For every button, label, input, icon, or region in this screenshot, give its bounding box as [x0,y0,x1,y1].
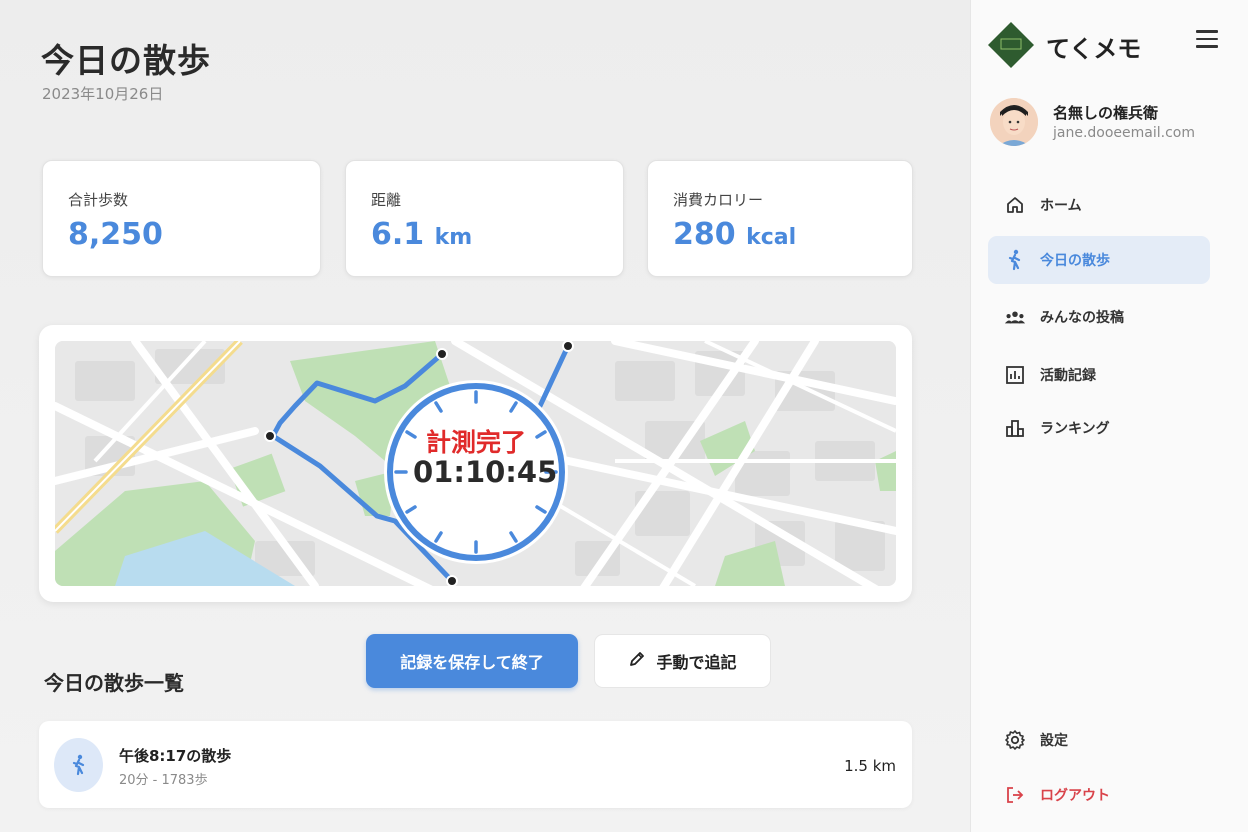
timer-value: 01:10:45 [413,455,558,489]
timer-status: 計測完了 [425,428,526,457]
list-item[interactable]: 午後8:17の散歩 20分 - 1783歩 1.5 km [39,721,912,808]
page-date: 2023年10月26日 [42,85,164,103]
manual-entry-button[interactable]: 手動で追記 [594,634,771,688]
walk-details: 20分 - 1783歩 [119,773,208,788]
stat-card-distance: 距離 6.1 km [345,160,624,277]
walking-icon [1004,249,1026,271]
user-name: 名無しの権兵衛 [1053,104,1159,122]
sidebar-item-label: 今日の散歩 [1040,253,1110,269]
people-icon [1004,306,1026,328]
walking-icon [54,738,103,792]
home-icon [1004,194,1026,216]
user-email: jane.dooeemail.com [1053,125,1195,141]
sidebar-item-label: ログアウト [1040,788,1110,804]
sidebar: てくメモ 名無しの権兵衛 jane.dooeemail.com ホーム 今日の散… [970,0,1248,832]
sidebar-item-home[interactable]: ホーム [988,181,1210,229]
stat-label: 距離 [371,191,402,209]
stat-card-steps: 合計歩数 8,250 [42,160,321,277]
app-logo[interactable] [987,21,1035,69]
sidebar-item-settings[interactable]: 設定 [988,716,1210,764]
main-content: 今日の散歩 2023年10月26日 合計歩数 8,250 距離 6.1 km 消… [0,0,970,832]
app-name: てくメモ [1046,35,1142,63]
stat-label: 合計歩数 [68,191,129,209]
walk-list-title: 今日の散歩一覧 [44,671,184,695]
sidebar-item-label: 活動記録 [1040,368,1096,384]
sidebar-item-community[interactable]: みんなの投稿 [988,293,1210,341]
sidebar-item-activity[interactable]: 活動記録 [988,351,1210,399]
ranking-icon [1004,417,1026,439]
stat-card-calories: 消費カロリー 280 kcal [647,160,913,277]
walk-title: 午後8:17の散歩 [119,747,232,765]
sidebar-item-logout[interactable]: ログアウト [988,771,1210,819]
logout-icon [1004,784,1026,806]
save-and-finish-button[interactable]: 記録を保存して終了 [366,634,578,688]
sidebar-item-label: みんなの投稿 [1040,310,1124,326]
sidebar-item-label: ランキング [1040,421,1110,437]
page-title: 今日の散歩 [41,41,211,80]
sidebar-item-ranking[interactable]: ランキング [988,404,1210,452]
stat-label: 消費カロリー [673,191,764,209]
route-map[interactable]: 計測完了 01:10:45 [55,341,896,586]
gear-icon [1004,729,1026,751]
manual-entry-label: 手動で追記 [656,653,737,672]
sidebar-item-today-walk[interactable]: 今日の散歩 [988,236,1210,284]
avatar[interactable] [990,98,1038,146]
sidebar-item-label: ホーム [1040,198,1082,214]
stat-value: 280 kcal [673,217,797,252]
map-card: 計測完了 01:10:45 [39,325,912,602]
stat-value: 6.1 km [371,217,473,252]
stat-value: 8,250 [68,217,163,252]
walk-distance: 1.5 km [844,757,896,775]
pencil-icon [628,650,646,672]
sidebar-item-label: 設定 [1040,733,1068,749]
menu-icon[interactable] [1196,30,1218,48]
chart-icon [1004,364,1026,386]
